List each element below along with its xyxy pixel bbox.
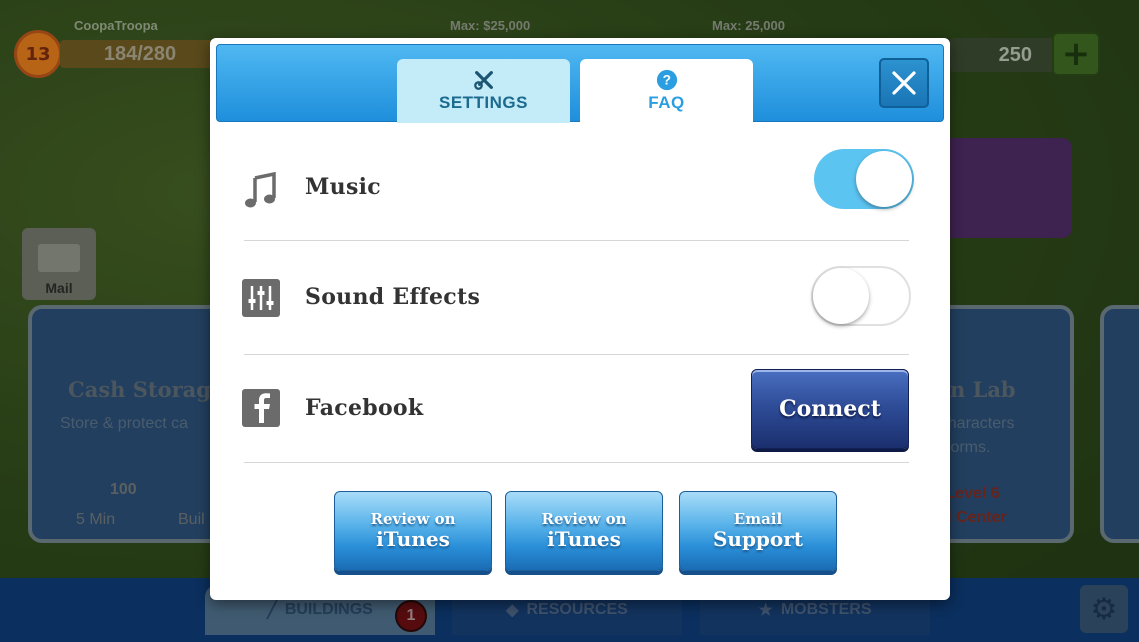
button-line-1: Review on [541, 509, 627, 528]
button-line-2: Support [712, 527, 804, 552]
button-line-2: iTunes [376, 527, 450, 552]
facebook-icon [242, 389, 280, 427]
setting-label: Music [305, 174, 381, 200]
facebook-connect-button[interactable]: Connect [751, 369, 909, 449]
modal-header: SETTINGS ? FAQ [216, 44, 944, 123]
tab-label: FAQ [648, 93, 685, 112]
tab-settings[interactable]: SETTINGS [397, 59, 570, 123]
setting-label: Facebook [305, 395, 424, 421]
sound-effects-toggle[interactable] [811, 266, 911, 326]
close-icon [892, 71, 916, 95]
review-itunes-button-2[interactable]: Review on iTunes [505, 491, 663, 571]
setting-label: Sound Effects [305, 284, 481, 310]
music-note-icon [245, 172, 276, 208]
setting-row-facebook: Facebook Connect [242, 355, 909, 463]
setting-row-sound-effects: Sound Effects [242, 243, 911, 355]
row-divider [244, 240, 909, 241]
email-support-button[interactable]: Email Support [679, 491, 837, 571]
sliders-icon [242, 279, 280, 317]
row-divider [244, 462, 909, 463]
tab-label: SETTINGS [438, 93, 528, 112]
button-line-1: Review on [370, 509, 456, 528]
setting-row-music: Music [244, 129, 914, 241]
question-icon: ? [656, 69, 677, 91]
close-button[interactable] [879, 58, 929, 108]
button-line-1: Email [733, 509, 783, 528]
review-itunes-button[interactable]: Review on iTunes [334, 491, 492, 571]
button-line-2: iTunes [547, 527, 621, 552]
toggle-knob [856, 151, 912, 207]
music-toggle[interactable] [814, 149, 914, 209]
wrench-screwdriver-icon [473, 71, 493, 90]
tab-faq[interactable]: ? FAQ [580, 59, 753, 123]
settings-modal: SETTINGS ? FAQ Music Sound Effects Faceb… [210, 38, 950, 600]
svg-text:?: ? [662, 73, 671, 88]
toggle-knob [813, 268, 869, 324]
support-buttons: Review on iTunes Review on iTunes Email … [334, 491, 838, 571]
